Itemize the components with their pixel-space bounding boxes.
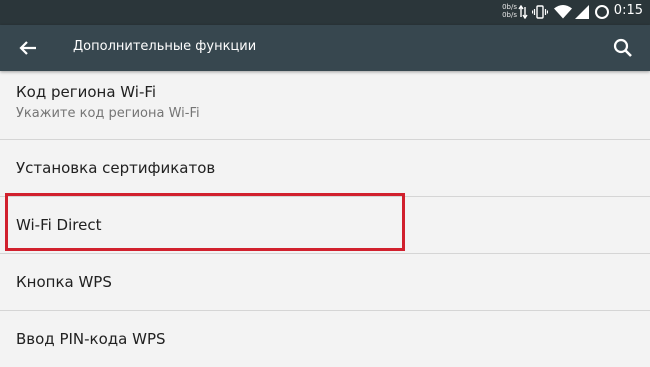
battery-icon: [595, 5, 609, 19]
setting-title: Кнопка WPS: [16, 273, 112, 291]
app-toolbar: Дополнительные функции: [0, 25, 650, 71]
settings-list: Код региона Wi-Fi Укажите код региона Wi…: [0, 71, 650, 367]
setting-wifi-region[interactable]: Код региона Wi-Fi Укажите код региона Wi…: [0, 71, 650, 140]
data-arrows-icon: [518, 5, 528, 19]
setting-summary: Укажите код региона Wi-Fi: [16, 106, 200, 121]
wifi-icon: [554, 5, 572, 19]
upload-speed: 0b/s: [502, 3, 517, 11]
network-speed: 0b/s 0b/s: [497, 3, 517, 19]
setting-title: Wi-Fi Direct: [16, 216, 102, 234]
setting-title: Код региона Wi-Fi: [16, 83, 157, 101]
setting-install-certificates[interactable]: Установка сертификатов: [0, 140, 650, 197]
search-icon[interactable]: [611, 36, 635, 60]
signal-icon: [575, 5, 589, 19]
setting-wps-pin[interactable]: Ввод PIN-кода WPS: [0, 311, 650, 367]
setting-title: Установка сертификатов: [16, 159, 216, 177]
vibrate-icon: [532, 5, 548, 19]
status-bar: 0b/s 0b/s 0:15: [0, 0, 650, 25]
setting-title: Ввод PIN-кода WPS: [16, 330, 166, 348]
download-speed: 0b/s: [502, 11, 517, 19]
page-title: Дополнительные функции: [73, 39, 257, 54]
arrow-back-icon[interactable]: [16, 36, 40, 60]
clock: 0:15: [613, 3, 643, 18]
setting-wifi-direct[interactable]: Wi-Fi Direct: [0, 197, 650, 254]
setting-wps-button[interactable]: Кнопка WPS: [0, 254, 650, 311]
